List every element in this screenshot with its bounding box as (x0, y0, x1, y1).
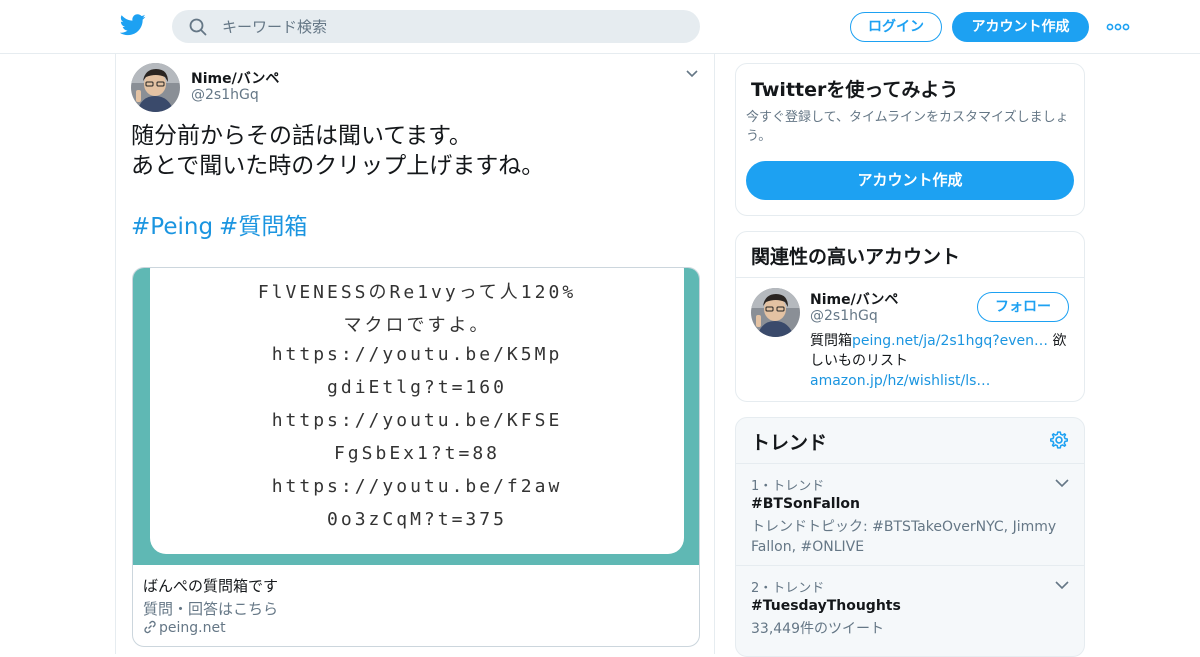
signup-module-button[interactable]: アカウント作成 (746, 161, 1074, 200)
search-bar[interactable] (172, 10, 700, 43)
trend-item[interactable]: 2・トレンド #TuesdayThoughts 33,449件のツイート (736, 566, 1084, 656)
tweet-hashtags: #Peing #質問箱 (131, 212, 313, 242)
trend-rank: 2・トレンド (751, 581, 825, 596)
gear-icon[interactable] (1049, 430, 1069, 450)
signup-module-title: Twitterを使ってみよう (751, 79, 959, 101)
twitter-bird-icon[interactable] (120, 14, 146, 36)
divider (736, 277, 1084, 278)
related-accounts-title: 関連性の高いアカウント (751, 246, 961, 268)
trends-module: トレンド 1・トレンド #BTSonFallon トレンドトピック: #BTST… (735, 417, 1085, 657)
avatar-photo-icon (751, 288, 800, 337)
trends-title: トレンド (751, 432, 828, 454)
search-input[interactable] (222, 10, 682, 43)
card-domain-text: peing.net (159, 620, 226, 636)
card-image-text: https://youtu.be/KFSE (271, 410, 563, 431)
tweet-text-line: あとで聞いた時のクリップ上げますね。 (131, 153, 545, 179)
chevron-down-icon[interactable] (1055, 479, 1069, 488)
tweet-text: 随分前からその話は聞いてます。 あとで聞いた時のクリップ上げますね。 (131, 121, 691, 181)
tweet-detail: Nime/バンペ @2s1hGq 随分前からその話は聞いてます。 あとで聞いた時… (115, 54, 715, 654)
tweet-text-line: 随分前からその話は聞いてます。 (131, 123, 472, 149)
chevron-down-icon[interactable] (1055, 581, 1069, 590)
avatar-photo-icon (131, 63, 180, 112)
hashtag-link[interactable]: #Peing (131, 214, 213, 240)
card-domain: peing.net (143, 620, 226, 636)
card-image-text: https://youtu.be/f2aw (271, 476, 563, 497)
bio-text: 質問箱 (810, 333, 852, 349)
bio-link[interactable]: amazon.jp/hz/wishlist/ls… (810, 373, 990, 389)
signup-module-description: 今すぐ登録して、タイムラインをカスタマイズしましょう。 (746, 110, 1069, 144)
card-image-text: FgSbEx1?t=88 (333, 443, 501, 464)
card-image-paper: FlVENESSのRe1vyって人120% マクロですよ。 https://yo… (150, 268, 684, 554)
card-image[interactable]: FlVENESSのRe1vyって人120% マクロですよ。 https://yo… (133, 268, 699, 565)
trend-name[interactable]: #BTSonFallon (751, 496, 860, 512)
bio-link[interactable]: peing.net/ja/2s1hgq?even… (852, 333, 1048, 349)
related-accounts-module: 関連性の高いアカウント Nime/バンペ @2s1hGq フォロー 質問箱pei… (735, 231, 1085, 402)
signup-button[interactable]: アカウント作成 (952, 12, 1089, 42)
login-button[interactable]: ログイン (850, 12, 942, 42)
card-image-text: 0o3zCqM?t=375 (327, 509, 507, 530)
related-account-bio: 質問箱peing.net/ja/2s1hgq?even… 欲しいものリストama… (810, 331, 1070, 391)
card-description: 質問・回答はこちら (143, 600, 279, 618)
search-icon (189, 18, 207, 36)
card-image-text: マクロですよ。 (343, 315, 491, 336)
more-options-icon[interactable] (1106, 18, 1130, 36)
tweet-author-name[interactable]: Nime/バンペ (191, 68, 279, 88)
link-card[interactable]: FlVENESSのRe1vyって人120% マクロですよ。 https://yo… (132, 267, 700, 647)
chevron-down-icon[interactable] (686, 70, 698, 78)
card-image-text: gdiEtlg?t=160 (327, 377, 507, 398)
card-title: ばんぺの質問箱です (143, 577, 279, 595)
avatar[interactable] (751, 288, 800, 337)
trend-rank: 1・トレンド (751, 479, 825, 494)
related-account-name[interactable]: Nime/バンペ (810, 289, 898, 309)
trend-meta: トレンドトピック: #BTSTakeOverNYC, Jimmy Fallon,… (751, 519, 1057, 555)
trend-item[interactable]: 1・トレンド #BTSonFallon トレンドトピック: #BTSTakeOv… (736, 464, 1084, 566)
trend-meta: 33,449件のツイート (751, 621, 884, 637)
hashtag-link[interactable]: #質問箱 (219, 214, 307, 240)
card-image-text: https://youtu.be/K5Mp (271, 344, 563, 365)
trend-name[interactable]: #TuesdayThoughts (751, 598, 901, 614)
card-image-text: FlVENESSのRe1vyって人120% (257, 282, 577, 303)
related-account-handle[interactable]: @2s1hGq (810, 308, 878, 324)
link-icon (144, 620, 156, 634)
avatar[interactable] (131, 63, 180, 112)
signup-module: Twitterを使ってみよう 今すぐ登録して、タイムラインをカスタマイズしましょ… (735, 63, 1085, 216)
tweet-author-handle[interactable]: @2s1hGq (191, 87, 259, 103)
follow-button[interactable]: フォロー (977, 292, 1069, 322)
top-navigation-bar: ログイン アカウント作成 (0, 0, 1200, 54)
